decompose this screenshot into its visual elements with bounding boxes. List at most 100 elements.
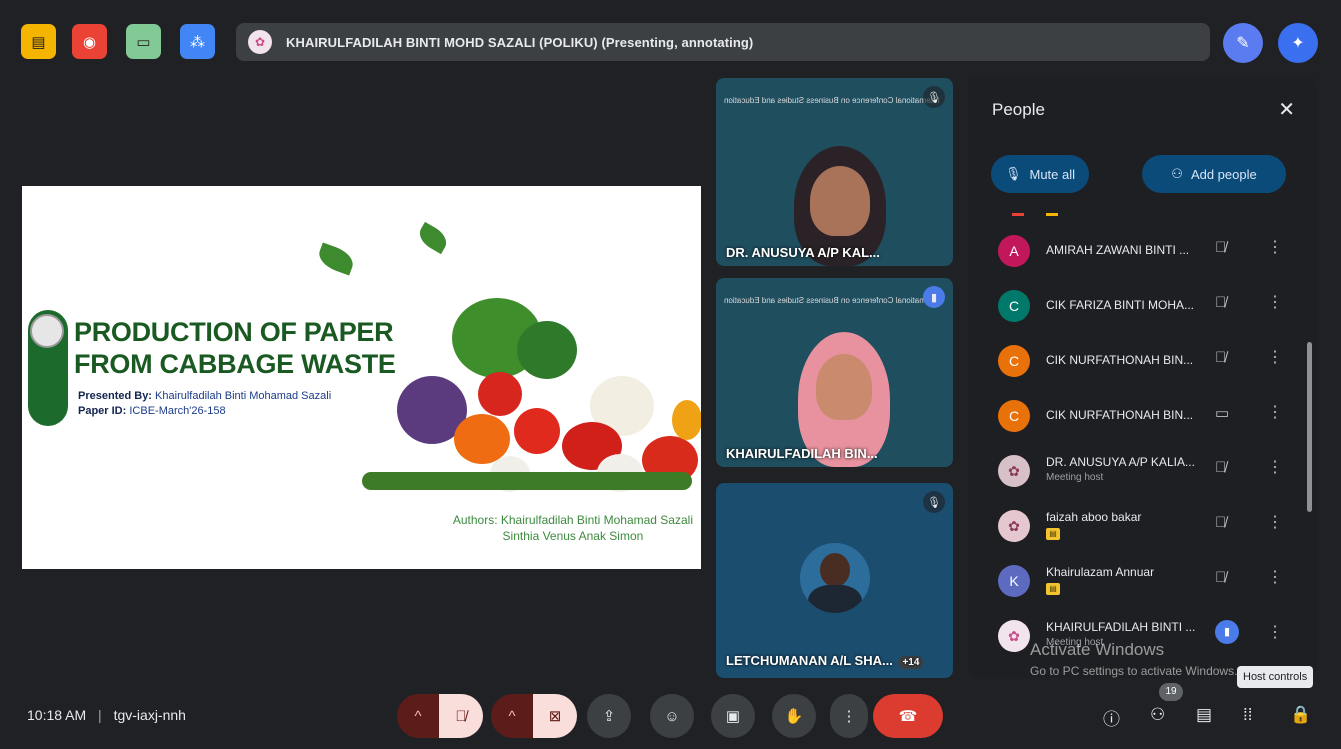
- people-panel: People ✕ 🎙 Mute all ⚇ Add people A AMIRA…: [968, 77, 1317, 678]
- slide-authors: Authors: Khairulfadilah Binti Mohamad Sa…: [453, 512, 693, 544]
- host-controls-icon[interactable]: 🔒: [1290, 705, 1311, 725]
- breakout-icon[interactable]: ⁂: [180, 24, 215, 59]
- end-call-icon: ☎: [898, 708, 918, 725]
- annotate-pen-icon[interactable]: ✎: [1223, 23, 1263, 63]
- participant-row[interactable]: C CIK NURFATHONAH BIN... ▭ ⋮: [968, 390, 1317, 444]
- add-people-button[interactable]: ⚇ Add people: [1142, 155, 1286, 193]
- video-tile[interactable]: 🎙 LETCHUMANAN A/L SHA... +14: [716, 483, 953, 678]
- watermark-line2: Go to PC settings to activate Windows.: [1030, 664, 1238, 678]
- mute-all-label: Mute all: [1029, 166, 1076, 182]
- gemini-spark-icon[interactable]: ✦: [1278, 23, 1318, 63]
- paper-id-value: ICBE-March'26-158: [129, 405, 226, 417]
- mic-off-icon: 🎙̸: [1215, 514, 1227, 531]
- participant-row[interactable]: C CIK NURFATHONAH BIN... 🎙̸ ⋮: [968, 335, 1317, 389]
- tile-name: KHAIRULFADILAH BIN...: [726, 446, 878, 461]
- participant-row[interactable]: A AMIRAH ZAWANI BINTI ... 🎙̸ ⋮: [968, 225, 1317, 279]
- participant-name: faizah aboo bakar: [1046, 510, 1142, 524]
- participant-face: [816, 354, 872, 420]
- tile-name: DR. ANUSUYA A/P KAL...: [726, 245, 880, 260]
- participant-name: DR. ANUSUYA A/P KALIA...: [1046, 455, 1195, 469]
- presenter-label: KHAIRULFADILAH BINTI MOHD SAZALI (POLIKU…: [286, 34, 754, 50]
- participant-avatar: [800, 543, 870, 613]
- slide-title: PRODUCTION OF PAPER FROM CABBAGE WASTE: [74, 316, 396, 380]
- hand-icon: ✋: [784, 708, 804, 725]
- avatar: C: [998, 400, 1030, 432]
- authors-line1: Authors: Khairulfadilah Binti Mohamad Sa…: [452, 513, 693, 527]
- audio-options-button[interactable]: ^: [397, 694, 439, 738]
- participant-row[interactable]: C CIK FARIZA BINTI MOHA... 🎙̸ ⋮: [968, 280, 1317, 334]
- present-screen-icon: ⇪: [602, 708, 616, 725]
- companion-icon: ▭: [1215, 405, 1230, 422]
- leaf-decoration: [415, 221, 451, 255]
- raise-hand-button[interactable]: ✋: [772, 694, 816, 738]
- whiteboard-icon[interactable]: ▤: [21, 24, 56, 59]
- tile-name: LETCHUMANAN A/L SHA... +14: [726, 653, 924, 669]
- leave-call-button[interactable]: ☎: [873, 694, 943, 738]
- participant-name: AMIRAH ZAWANI BINTI ...: [1046, 243, 1190, 257]
- chevron-up-icon: ^: [508, 707, 516, 725]
- activate-windows-watermark: Activate Windows Go to PC settings to ac…: [1030, 640, 1237, 678]
- close-icon[interactable]: ✕: [1278, 97, 1295, 122]
- more-options-icon[interactable]: ⋮: [1267, 347, 1283, 367]
- avatar: C: [998, 290, 1030, 322]
- participant-name: KHAIRULFADILAH BINTI ...: [1046, 620, 1196, 634]
- add-person-icon: ⚇: [1171, 166, 1183, 181]
- top-bar: ▤ ◉ ▭ ⁂ ✿ KHAIRULFADILAH BINTI MOHD SAZA…: [0, 0, 1341, 86]
- mic-off-icon: 🎙: [1004, 166, 1022, 181]
- meeting-code[interactable]: tgv-iaxj-nnh: [114, 707, 186, 723]
- more-options-icon[interactable]: ⋮: [1267, 292, 1283, 312]
- slide-title-line1: PRODUCTION OF PAPER: [74, 317, 394, 347]
- avatar: K: [998, 565, 1030, 597]
- more-options-icon[interactable]: ⋮: [1267, 512, 1283, 532]
- participant-row[interactable]: ✿ DR. ANUSUYA A/P KALIA... Meeting host …: [968, 445, 1317, 499]
- more-options-icon[interactable]: ⋮: [1267, 567, 1283, 587]
- participant-name: CIK FARIZA BINTI MOHA...: [1046, 298, 1195, 312]
- microphone-button[interactable]: 🎙̸: [439, 694, 483, 738]
- more-options-icon[interactable]: ⋮: [1267, 237, 1283, 257]
- conference-logo: [30, 314, 64, 348]
- presenting-banner[interactable]: ✿ KHAIRULFADILAH BINTI MOHD SAZALI (POLI…: [236, 23, 1210, 61]
- captions-button[interactable]: ▣: [711, 694, 755, 738]
- video-tile[interactable]: International Conference on Business Stu…: [716, 278, 953, 467]
- avatar: C: [998, 345, 1030, 377]
- chat-icon[interactable]: ▤: [1196, 705, 1212, 725]
- more-options-icon[interactable]: ⋮: [1267, 622, 1283, 642]
- people-icon[interactable]: ⚇: [1150, 705, 1165, 725]
- watermark-line1: Activate Windows: [1030, 640, 1165, 659]
- mute-all-button[interactable]: 🎙 Mute all: [991, 155, 1089, 193]
- more-options-button[interactable]: ⋮: [830, 694, 868, 738]
- record-icon[interactable]: ◉: [72, 24, 107, 59]
- host-controls-tooltip: Host controls: [1237, 666, 1314, 688]
- chevron-up-icon: ^: [414, 707, 422, 725]
- participant-row[interactable]: K Khairulazam Annuar ▤ 🎙̸ ⋮: [968, 555, 1317, 609]
- participant-row[interactable]: ✿ faizah aboo bakar ▤ 🎙̸ ⋮: [968, 500, 1317, 554]
- video-tile[interactable]: International Conference on Business Stu…: [716, 78, 953, 266]
- whiteboard-badge-icon: ▤: [1046, 528, 1060, 540]
- scrollbar[interactable]: [1307, 342, 1312, 512]
- activities-icon[interactable]: ⁞⁞: [1243, 705, 1252, 725]
- presentation-slide: PRODUCTION OF PAPER FROM CABBAGE WASTE P…: [22, 186, 701, 569]
- presented-by-value: Khairulfadilah Binti Mohamad Sazali: [155, 390, 332, 402]
- reactions-button[interactable]: ☺: [650, 694, 694, 738]
- present-button[interactable]: ⇪: [587, 694, 631, 738]
- video-options-button[interactable]: ^: [491, 694, 533, 738]
- slide-title-line2: FROM CABBAGE WASTE: [74, 349, 396, 379]
- participant-role: Meeting host: [1046, 472, 1104, 483]
- mic-off-icon: 🎙̸: [455, 707, 467, 725]
- more-options-icon[interactable]: ⋮: [1267, 402, 1283, 422]
- meeting-details-icon[interactable]: ⓘ: [1103, 705, 1120, 730]
- mic-off-icon: 🎙̸: [1215, 239, 1227, 256]
- participant-face: [810, 166, 870, 236]
- paper-id-label: Paper ID:: [78, 405, 127, 417]
- companion-icon[interactable]: ▭: [126, 24, 161, 59]
- tomato-shape: [478, 372, 522, 416]
- participant-list: A AMIRAH ZAWANI BINTI ... 🎙̸ ⋮ C CIK FAR…: [968, 213, 1317, 678]
- broccoli-shape: [517, 321, 577, 379]
- tomato-shape: [514, 408, 560, 454]
- more-participants-badge[interactable]: +14: [898, 656, 924, 669]
- presenter-avatar: ✿: [248, 30, 272, 54]
- camera-button[interactable]: ⊠: [533, 694, 577, 738]
- people-count-badge: 19: [1159, 683, 1183, 701]
- more-options-icon[interactable]: ⋮: [1267, 457, 1283, 477]
- avatar: ✿: [998, 510, 1030, 542]
